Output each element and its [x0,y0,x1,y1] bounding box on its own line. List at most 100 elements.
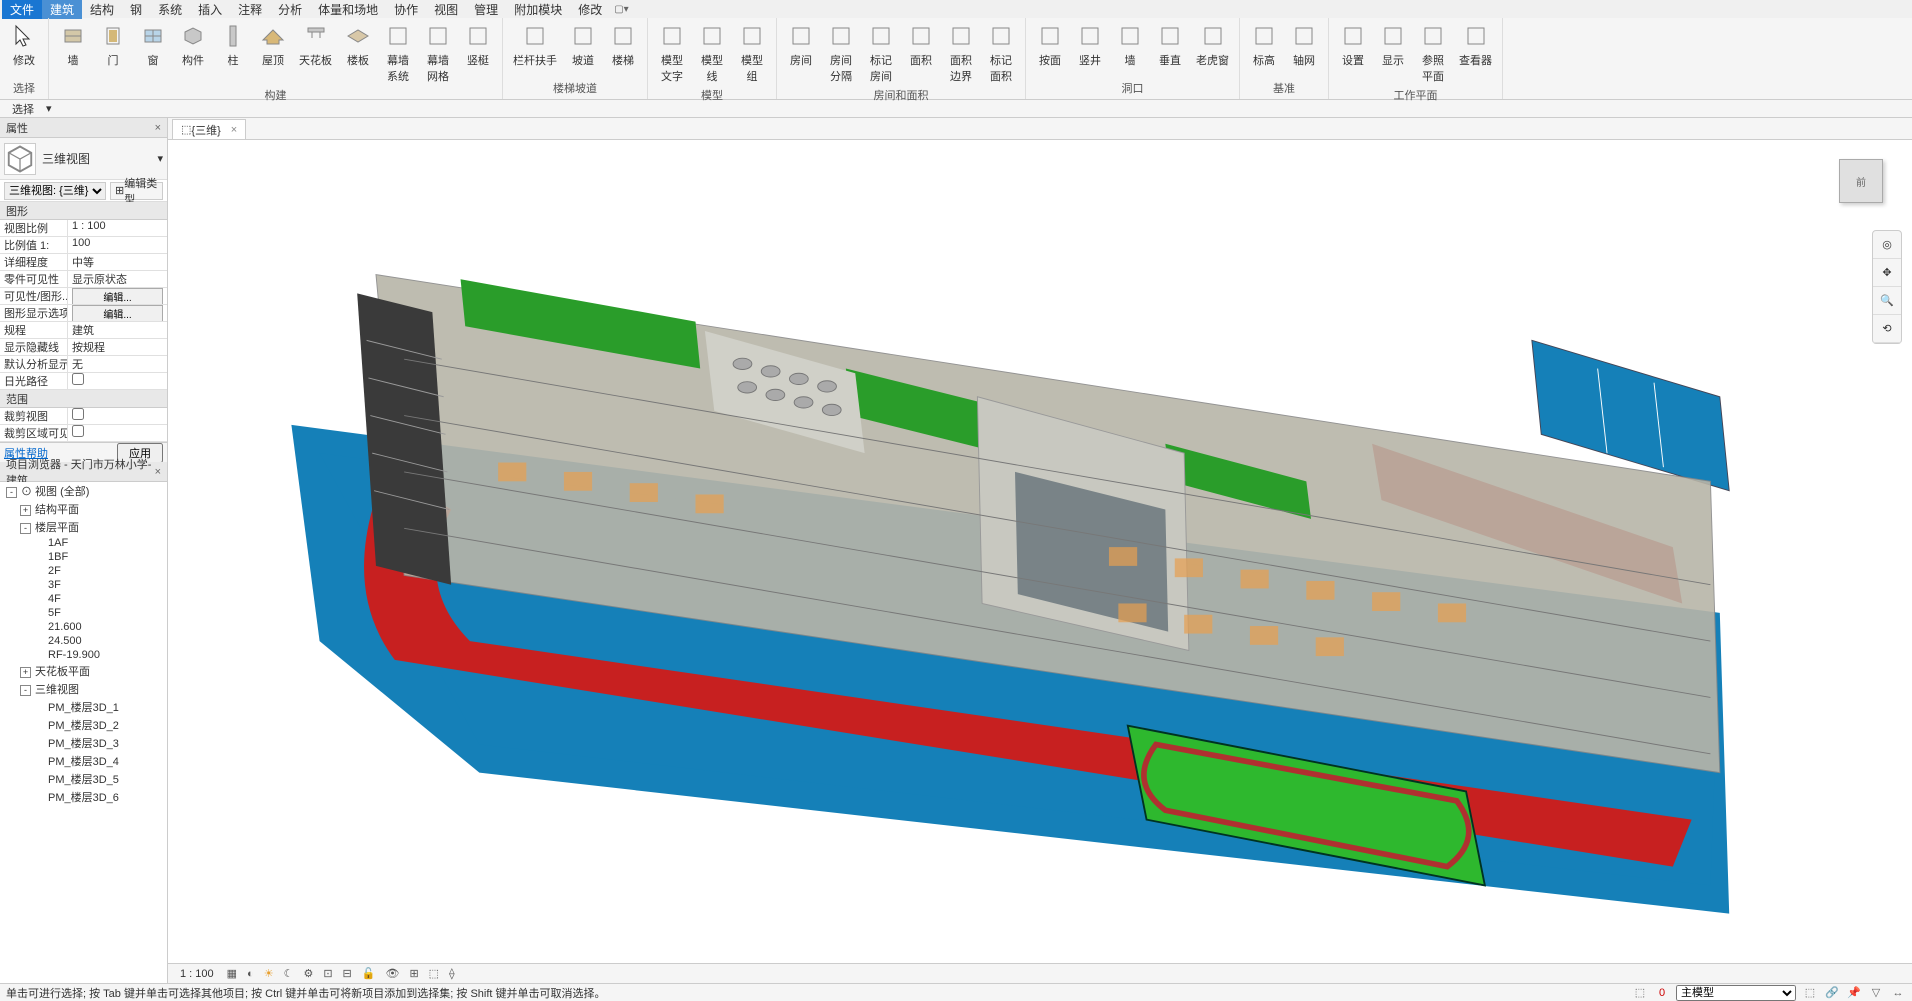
ribbon-wall-open-button[interactable]: 墙 [1110,20,1150,79]
ribbon-railing-button[interactable]: 栏杆扶手 [507,20,563,79]
ribbon-group-button[interactable]: 模型组 [732,20,772,86]
tree-toggle-icon[interactable]: - [20,685,31,696]
tree-leaf[interactable]: PM_楼层3D_3 [0,734,167,752]
ribbon-ref-plane-button[interactable]: 参照平面 [1413,20,1453,86]
prop-value[interactable]: 无 [68,356,167,372]
browser-close-icon[interactable]: × [155,466,161,478]
visual-style-icon[interactable]: ◐ [242,968,259,980]
tree-node[interactable]: +天花板平面 [0,662,167,680]
ribbon-floor-button[interactable]: 楼板 [338,20,378,86]
temp-hide-icon[interactable]: 👁 [380,967,404,980]
tree-root[interactable]: -⊙ 视图 (全部) [0,482,167,500]
crop-icon[interactable]: ⊡ [318,967,337,980]
ribbon-text-button[interactable]: 模型文字 [652,20,692,86]
ribbon-ceiling-button[interactable]: 天花板 [293,20,338,86]
ribbon-cursor-button[interactable]: 修改 [4,20,44,79]
ribbon-room-sep-button[interactable]: 房间分隔 [821,20,861,86]
menu-overflow-icon[interactable]: ▢▾ [614,4,628,15]
prop-section-extents[interactable]: 范围 [0,390,167,408]
model-selector[interactable]: 主模型 [1676,985,1796,1001]
menu-annotate[interactable]: 注释 [230,0,270,19]
shadows-icon[interactable]: ☾ [279,967,299,980]
ribbon-set-button[interactable]: 设置 [1333,20,1373,86]
ribbon-roof-button[interactable]: 屋顶 [253,20,293,86]
ribbon-window-button[interactable]: 窗 [133,20,173,86]
prop-value[interactable]: 编辑... [68,305,167,321]
ribbon-by-face-button[interactable]: 按面 [1030,20,1070,79]
menu-systems[interactable]: 系统 [150,0,190,19]
prop-value[interactable] [68,408,167,424]
tree-node[interactable]: -三维视图 [0,680,167,698]
menu-collaborate[interactable]: 协作 [386,0,426,19]
crop-region-icon[interactable]: ⊟ [338,967,357,980]
status-drag-icon[interactable]: ↔ [1890,985,1906,1001]
tree-leaf[interactable]: PM_楼层3D_1 [0,698,167,716]
prop-value[interactable]: 按规程 [68,339,167,355]
tree-leaf[interactable]: PM_楼层3D_6 [0,788,167,806]
type-dropdown-icon[interactable]: ▾ [157,152,163,165]
prop-value[interactable] [68,425,167,441]
tree-leaf[interactable]: 24.500 [0,634,167,648]
ribbon-shaft-button[interactable]: 竖井 [1070,20,1110,79]
ribbon-wall-button[interactable]: 墙 [53,20,93,86]
view-scale[interactable]: 1 : 100 [172,968,222,980]
prop-edit-button[interactable]: 编辑... [72,288,163,304]
unlock-icon[interactable]: 🔓 [357,967,381,980]
tree-leaf[interactable]: 21.600 [0,620,167,634]
menu-view[interactable]: 视图 [426,0,466,19]
analytical-icon[interactable]: ⟠ [444,967,459,980]
tree-leaf[interactable]: PM_楼层3D_5 [0,770,167,788]
menu-analyze[interactable]: 分析 [270,0,310,19]
ribbon-show-button[interactable]: 显示 [1373,20,1413,86]
prop-checkbox[interactable] [72,373,84,385]
ribbon-component-button[interactable]: 构件 [173,20,213,86]
sun-path-icon[interactable]: ☀ [259,967,279,980]
ribbon-tag-area-button[interactable]: 标记面积 [981,20,1021,86]
status-select-icon[interactable]: ⬚ [1802,985,1818,1001]
model-3d-view[interactable] [198,190,1832,923]
worksets-icon[interactable]: ⬚ [424,967,444,980]
ribbon-line-button[interactable]: 模型线 [692,20,732,86]
nav-pan-icon[interactable]: ✥ [1873,259,1901,287]
tree-leaf[interactable]: RF-19.900 [0,648,167,662]
prop-value[interactable]: 100 [68,237,167,253]
ribbon-dormer-button[interactable]: 老虎窗 [1190,20,1235,79]
tree-toggle-icon[interactable]: + [20,505,31,516]
prop-value[interactable]: 编辑... [68,288,167,304]
prop-value[interactable]: 建筑 [68,322,167,338]
prop-checkbox[interactable] [72,408,84,420]
ribbon-tag-room-button[interactable]: 标记房间 [861,20,901,86]
status-pin-icon[interactable]: 📌 [1846,985,1862,1001]
tree-leaf[interactable]: PM_楼层3D_2 [0,716,167,734]
prop-value[interactable]: 中等 [68,254,167,270]
tree-toggle-icon[interactable]: + [20,667,31,678]
ribbon-area-bound-button[interactable]: 面积边界 [941,20,981,86]
ribbon-mullion-button[interactable]: 竖梃 [458,20,498,86]
subbar-arrow-icon[interactable]: ▾ [40,102,58,115]
prop-checkbox[interactable] [72,425,84,437]
ribbon-column-button[interactable]: 柱 [213,20,253,86]
properties-close-icon[interactable]: × [155,122,161,134]
viewport-3d[interactable]: 前 ◎ ✥ 🔍 ⟲ [168,140,1912,963]
menu-file[interactable]: 文件 [2,0,42,19]
tree-leaf[interactable]: 3F [0,578,167,592]
tree-node[interactable]: +结构平面 [0,500,167,518]
status-filter-icon[interactable]: ▽ [1868,985,1884,1001]
edit-type-button[interactable]: ⊞ 编辑类型 [110,182,163,200]
viewcube-face[interactable]: 前 [1839,159,1883,203]
ribbon-curtain-grid-button[interactable]: 幕墙网格 [418,20,458,86]
tree-toggle-icon[interactable]: - [6,487,17,498]
ribbon-viewer-button[interactable]: 查看器 [1453,20,1498,86]
menu-massing[interactable]: 体量和场地 [310,0,386,19]
tab-close-icon[interactable]: × [231,124,237,136]
instance-select[interactable]: 三维视图: {三维} [4,182,106,200]
ribbon-level-button[interactable]: 标高 [1244,20,1284,79]
subbar-select[interactable]: 选择 [6,101,40,117]
ribbon-door-button[interactable]: 门 [93,20,133,86]
status-worksets-icon[interactable]: ⬚ [1632,985,1648,1001]
tree-toggle-icon[interactable]: - [20,523,31,534]
tree-leaf[interactable]: 5F [0,606,167,620]
ribbon-grid-button[interactable]: 轴网 [1284,20,1324,79]
reveal-icon[interactable]: ⊞ [404,967,423,980]
menu-manage[interactable]: 管理 [466,0,506,19]
